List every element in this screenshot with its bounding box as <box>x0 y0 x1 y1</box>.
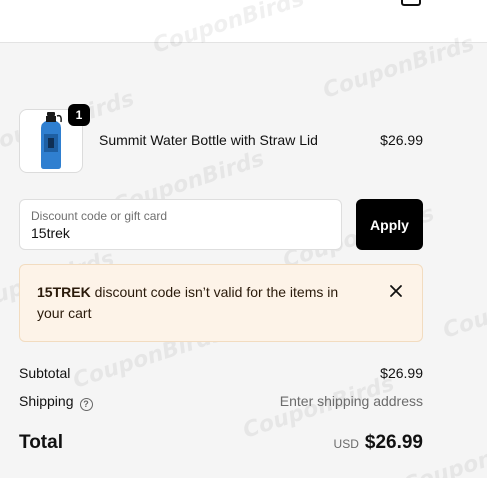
total-value: $26.99 <box>364 432 423 453</box>
discount-code-field[interactable]: Discount code or gift card <box>19 199 342 250</box>
currency-code: USD <box>333 437 359 451</box>
discount-code-label: Discount code or gift card <box>31 209 168 223</box>
product-name: Summit Water Bottle with Straw Lid <box>99 132 318 148</box>
water-bottle-icon <box>41 112 62 169</box>
shipping-label: Shipping <box>19 393 74 409</box>
apply-button[interactable]: Apply <box>356 199 423 250</box>
product-price: $26.99 <box>380 132 423 148</box>
shipping-row: Shipping? Enter shipping address <box>19 393 423 411</box>
discount-error-banner: 15TREK discount code isn’t valid for the… <box>19 264 423 342</box>
error-message: 15TREK discount code isn’t valid for the… <box>37 282 357 324</box>
question-circle-icon[interactable]: ? <box>79 397 93 411</box>
subtotal-label: Subtotal <box>19 365 71 381</box>
subtotal-row: Subtotal $26.99 <box>19 365 423 381</box>
shopping-bag-icon[interactable] <box>401 0 421 6</box>
discount-code-input[interactable] <box>31 224 331 242</box>
total-row: Total USD $26.99 <box>19 432 423 454</box>
cart-line-item: 1 Summit Water Bottle with Straw Lid $26… <box>19 104 423 175</box>
quantity-badge: 1 <box>68 104 90 126</box>
close-icon[interactable] <box>388 283 404 299</box>
top-header <box>0 0 487 43</box>
total-amount-group: USD $26.99 <box>334 432 423 454</box>
shipping-value: Enter shipping address <box>279 393 423 409</box>
total-label: Total <box>19 432 63 453</box>
subtotal-value: $26.99 <box>380 365 423 381</box>
watermark: CouponBirds <box>439 271 487 344</box>
error-code: 15TREK <box>37 284 91 300</box>
